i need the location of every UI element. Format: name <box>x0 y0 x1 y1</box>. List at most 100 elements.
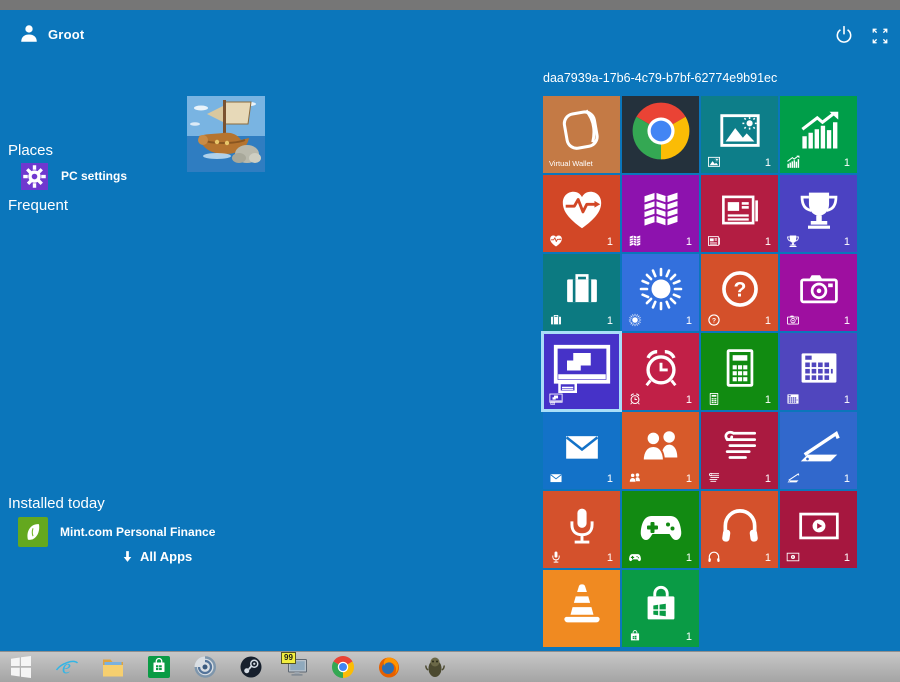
tile-badge-count: 1 <box>765 236 771 248</box>
tile-alarms[interactable]: 1 <box>622 333 699 410</box>
tile-badge-count: 1 <box>844 552 850 564</box>
chrome-icon <box>622 96 699 173</box>
taskbar-store[interactable] <box>147 655 171 679</box>
calculator-mini-icon <box>707 392 721 406</box>
user-account[interactable]: Groot <box>18 23 84 45</box>
user-icon <box>18 23 40 45</box>
mint-leaf-icon <box>18 517 48 547</box>
top-gray-strip <box>0 0 900 10</box>
tile-badge-count: 1 <box>686 631 692 643</box>
taskbar-firefox[interactable] <box>377 655 401 679</box>
places-label: Places <box>8 142 53 159</box>
microphone-mini-icon <box>549 550 563 564</box>
map-mini-icon <box>628 234 642 248</box>
tile-vlc[interactable] <box>543 570 620 647</box>
svg-text:?: ? <box>733 278 746 301</box>
mint-app-label: Mint.com Personal Finance <box>60 525 215 539</box>
tile-camera[interactable]: 1 <box>780 254 857 331</box>
taskbar: e 99 <box>0 651 900 682</box>
tile-money[interactable]: 1 <box>780 96 857 173</box>
taskbar-system-monitor[interactable]: 99 <box>285 655 309 679</box>
taskbar-internet-explorer[interactable]: e <box>55 655 79 679</box>
taskbar-file-explorer[interactable] <box>101 655 125 679</box>
swirl-icon <box>193 655 217 679</box>
photos-mini-icon <box>707 155 721 169</box>
help-mini-icon: ? <box>707 313 721 327</box>
headphones-mini-icon <box>707 550 721 564</box>
tile-video[interactable]: 1 <box>780 491 857 568</box>
tile-badge-count: 1 <box>844 236 850 248</box>
taskbar-badge: 99 <box>281 652 296 664</box>
tile-badge-count: 1 <box>844 315 850 327</box>
tile-virtual-wallet[interactable]: Virtual Wallet <box>543 96 620 173</box>
tile-music[interactable]: 1 <box>701 491 778 568</box>
trophy-mini-icon <box>786 234 800 248</box>
pc-settings-label: PC settings <box>61 169 127 183</box>
taskbar-start-button[interactable] <box>9 655 33 679</box>
power-button[interactable] <box>834 25 854 45</box>
start-screen: { "window": { "user_name": "Groot" }, "l… <box>0 0 900 682</box>
tile-pc-desktop[interactable] <box>543 333 620 410</box>
tile-label: Virtual Wallet <box>549 159 593 168</box>
taskbar-chrome[interactable] <box>331 655 355 679</box>
taskbar-media-swirl-app[interactable] <box>193 655 217 679</box>
video-mini-icon <box>786 550 800 564</box>
heart-pulse-mini-icon <box>549 234 563 248</box>
tile-mail[interactable]: 1 <box>543 412 620 489</box>
chrome-icon <box>331 655 355 679</box>
taskbar-steam[interactable] <box>239 655 263 679</box>
folder-icon <box>101 655 125 679</box>
tile-news[interactable]: 1 <box>701 175 778 252</box>
expand-start-button[interactable] <box>871 27 889 45</box>
people-mini-icon <box>628 471 642 485</box>
tile-chrome[interactable] <box>622 96 699 173</box>
tile-badge-count: 1 <box>607 315 613 327</box>
firefox-icon <box>377 655 401 679</box>
pirate-game-image[interactable] <box>187 96 265 172</box>
tile-sports[interactable]: 1 <box>780 175 857 252</box>
calendar-mini-icon <box>786 392 800 406</box>
tile-badge-count: 1 <box>686 315 692 327</box>
suitcase-mini-icon <box>549 313 563 327</box>
mail-mini-icon <box>549 471 563 485</box>
mint-app-item[interactable]: Mint.com Personal Finance <box>18 517 215 547</box>
tile-badge-count: 1 <box>765 315 771 327</box>
all-apps-button[interactable]: All Apps <box>121 549 192 564</box>
tile-health-fitness[interactable]: 1 <box>543 175 620 252</box>
store-bag-mini-icon <box>628 629 642 643</box>
frequent-label: Frequent <box>8 197 68 214</box>
tile-weather[interactable]: 1 <box>622 254 699 331</box>
user-name: Groot <box>48 27 84 42</box>
tile-badge-count: 1 <box>844 157 850 169</box>
tile-calendar[interactable]: 1 <box>780 333 857 410</box>
ie-icon: e <box>55 655 79 679</box>
tile-reading-list[interactable]: 1 <box>701 412 778 489</box>
tile-badge-count: 1 <box>765 157 771 169</box>
tile-badge-count: 1 <box>607 236 613 248</box>
tile-photos[interactable]: 1 <box>701 96 778 173</box>
vlc-cone-icon <box>543 570 620 647</box>
tile-scan[interactable]: 1 <box>780 412 857 489</box>
tile-badge-count: 1 <box>686 552 692 564</box>
tile-badge-count: 1 <box>844 394 850 406</box>
tile-calculator[interactable]: 1 <box>701 333 778 410</box>
tile-group-title: daa7939a-17b6-4c79-b7bf-62774e9b91ec <box>543 71 777 85</box>
sun-mini-icon <box>628 313 642 327</box>
tile-maps[interactable]: 1 <box>622 175 699 252</box>
taskbar-game-character-app[interactable] <box>423 655 447 679</box>
tile-store[interactable]: 1 <box>622 570 699 647</box>
tile-badge-count: 1 <box>686 236 692 248</box>
desktop-mini-icon <box>549 392 563 406</box>
reading-list-mini-icon <box>707 471 721 485</box>
pc-settings-item[interactable]: PC settings <box>17 159 127 193</box>
gear-icon <box>17 159 51 193</box>
gamepad-mini-icon <box>628 550 642 564</box>
tile-travel[interactable]: 1 <box>543 254 620 331</box>
tile-sound-recorder[interactable]: 1 <box>543 491 620 568</box>
tile-help-tips[interactable]: ?? 1 <box>701 254 778 331</box>
svg-text:?: ? <box>712 317 716 324</box>
tile-people[interactable]: 1 <box>622 412 699 489</box>
svg-text:e: e <box>62 657 71 679</box>
creature-icon <box>423 655 447 679</box>
tile-games[interactable]: 1 <box>622 491 699 568</box>
